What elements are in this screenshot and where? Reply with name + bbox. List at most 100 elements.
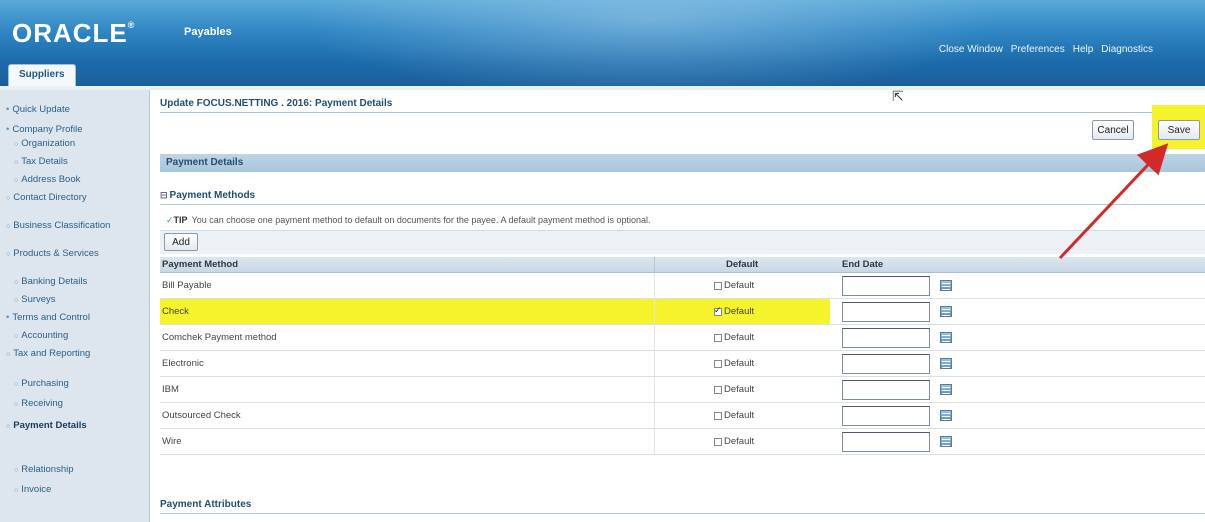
checkbox-icon[interactable] — [714, 385, 722, 394]
bullet-icon: ○ — [6, 223, 11, 230]
payment-methods-header[interactable]: ⊟ Payment Methods — [160, 190, 255, 201]
calendar-icon[interactable] — [940, 410, 952, 421]
checkbox-checked-icon[interactable] — [714, 305, 722, 316]
end-date-input[interactable] — [842, 380, 930, 400]
sidebar-item-address-book[interactable]: ○ Address Book — [14, 174, 80, 186]
title-divider — [160, 112, 1196, 113]
bullet-icon: ○ — [14, 297, 19, 304]
col-divider — [654, 377, 655, 402]
sidebar-item-products-services[interactable]: ○ Products & Services — [6, 248, 136, 260]
bullet-icon: • — [6, 312, 10, 323]
end-date-input[interactable] — [842, 406, 930, 426]
sidebar-item-accounting[interactable]: ○ Accounting — [14, 330, 68, 342]
bullet-icon: ○ — [6, 423, 11, 430]
tip-check-icon: ✓ — [166, 215, 174, 225]
bullet-icon: • — [6, 104, 10, 115]
sidebar-item-tax-and-reporting[interactable]: ○ Tax and Reporting — [6, 348, 136, 360]
table-row: Bill Payable Default — [160, 273, 1205, 299]
table-row: IBM Default — [160, 377, 1205, 403]
calendar-icon[interactable] — [940, 280, 952, 291]
checkbox-icon[interactable] — [714, 411, 722, 420]
default-checkbox[interactable]: Default — [714, 332, 754, 343]
payment-methods-table: Payment Method Default End Date Bill Pay… — [160, 257, 1205, 455]
bullet-icon: ○ — [14, 467, 19, 474]
bullet-icon: ○ — [6, 195, 11, 202]
checkbox-icon[interactable] — [714, 437, 722, 446]
collapse-icon[interactable]: ⊟ — [160, 190, 168, 200]
attributes-divider — [160, 513, 1205, 514]
save-button[interactable]: Save — [1158, 120, 1200, 140]
global-links: Close Window Preferences Help Diagnostic… — [939, 44, 1153, 55]
payment-method-name: Bill Payable — [162, 280, 212, 291]
calendar-icon[interactable] — [940, 384, 952, 395]
payment-method-name: Outsourced Check — [162, 410, 241, 421]
app-header: ORACLE® Payables Close Window Preference… — [0, 0, 1205, 90]
sidebar-item-terms-and-control[interactable]: • Terms and Control — [6, 312, 90, 323]
col-divider — [654, 273, 655, 298]
col-divider — [654, 257, 655, 273]
calendar-icon[interactable] — [940, 436, 952, 447]
sidebar-item-quick-update[interactable]: • Quick Update — [6, 104, 70, 115]
col-divider — [654, 325, 655, 350]
default-checkbox[interactable]: Default — [714, 410, 754, 421]
payment-method-name: Comchek Payment method — [162, 332, 277, 343]
default-checkbox[interactable]: Default — [714, 436, 754, 447]
page-title: Update FOCUS.NETTING . 2016: Payment Det… — [160, 98, 393, 109]
bullet-icon: ○ — [14, 141, 19, 148]
default-checkbox[interactable]: Default — [714, 358, 754, 369]
end-date-input[interactable] — [842, 276, 930, 296]
payment-method-name: Electronic — [162, 358, 204, 369]
cancel-button[interactable]: Cancel — [1092, 120, 1134, 140]
section-payment-details: Payment Details — [160, 154, 1205, 172]
sidebar-item-organization[interactable]: ○ Organization — [14, 138, 75, 150]
table-action-bar — [160, 230, 1205, 254]
payment-method-name: IBM — [162, 384, 179, 395]
sidebar-item-purchasing[interactable]: ○ Purchasing — [14, 378, 69, 390]
table-row: Check Default — [160, 299, 1205, 325]
oracle-logo: ORACLE® — [12, 18, 136, 48]
diagnostics-link[interactable]: Diagnostics — [1101, 44, 1153, 55]
col-default: Default — [726, 259, 759, 270]
end-date-input[interactable] — [842, 328, 930, 348]
default-checkbox[interactable]: Default — [714, 384, 754, 395]
close-window-link[interactable]: Close Window — [939, 44, 1003, 55]
methods-divider — [160, 204, 1205, 205]
sidebar-item-payment-details[interactable]: ○ Payment Details — [6, 420, 136, 432]
bullet-icon: ○ — [6, 351, 11, 358]
end-date-input[interactable] — [842, 354, 930, 374]
table-header: Payment Method Default End Date — [160, 257, 1205, 273]
bullet-icon: ○ — [14, 333, 19, 340]
calendar-icon[interactable] — [940, 358, 952, 369]
end-date-input[interactable] — [842, 302, 930, 322]
table-row: Outsourced Check Default — [160, 403, 1205, 429]
bullet-icon: ○ — [14, 279, 19, 286]
tip-text: You can choose one payment method to def… — [191, 215, 651, 225]
sidebar-item-company-profile[interactable]: • Company Profile — [6, 124, 83, 135]
tab-suppliers[interactable]: Suppliers — [8, 64, 76, 86]
bullet-icon: ○ — [14, 401, 19, 408]
col-payment-method: Payment Method — [162, 259, 239, 270]
default-checkbox[interactable]: Default — [714, 280, 754, 291]
sidebar-item-surveys[interactable]: ○ Surveys — [14, 294, 56, 306]
add-button[interactable]: Add — [164, 233, 198, 251]
default-checkbox[interactable]: Default — [714, 305, 754, 317]
sidebar-item-relationship[interactable]: ○ Relationship — [14, 464, 74, 476]
col-divider — [654, 403, 655, 428]
sidebar-item-contact-directory[interactable]: ○ Contact Directory — [6, 192, 136, 204]
col-divider — [654, 299, 655, 324]
sidebar-item-banking-details[interactable]: ○ Banking Details — [14, 276, 87, 288]
sidebar-item-business-classification[interactable]: ○ Business Classification — [6, 220, 136, 232]
sidebar-item-tax-details[interactable]: ○ Tax Details — [14, 156, 68, 168]
table-row: Comchek Payment method Default — [160, 325, 1205, 351]
checkbox-icon[interactable] — [714, 281, 722, 290]
preferences-link[interactable]: Preferences — [1011, 44, 1065, 55]
calendar-icon[interactable] — [940, 306, 952, 317]
end-date-input[interactable] — [842, 432, 930, 452]
sidebar-item-invoice[interactable]: ○ Invoice — [14, 484, 51, 496]
calendar-icon[interactable] — [940, 332, 952, 343]
payment-method-name: Check — [162, 306, 189, 317]
checkbox-icon[interactable] — [714, 359, 722, 368]
checkbox-icon[interactable] — [714, 333, 722, 342]
help-link[interactable]: Help — [1073, 44, 1094, 55]
sidebar-item-receiving[interactable]: ○ Receiving — [14, 398, 63, 410]
